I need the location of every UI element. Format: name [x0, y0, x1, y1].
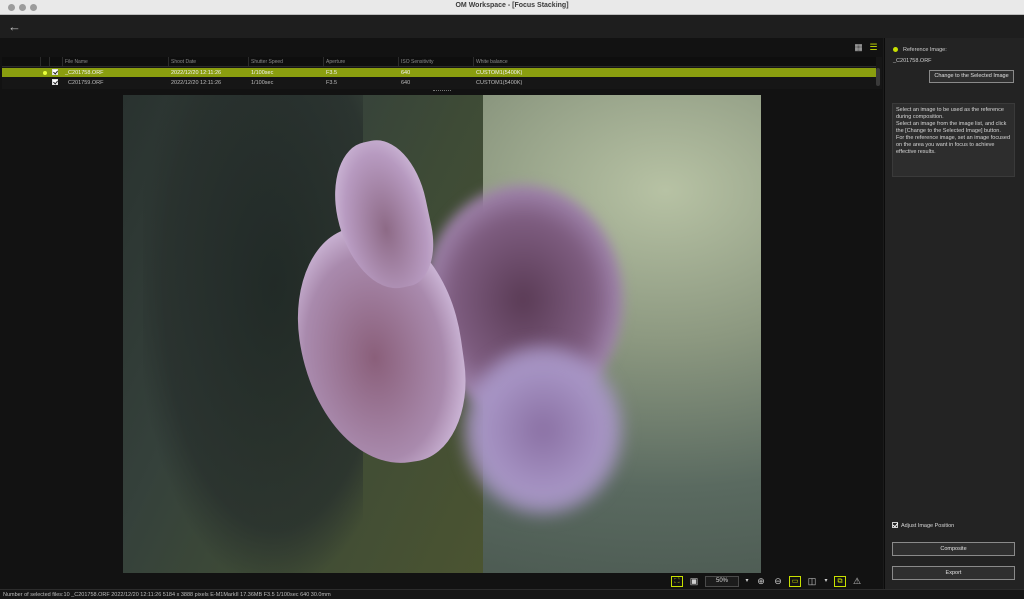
col-shoot-date[interactable]: Shoot Date: [171, 59, 196, 65]
col-file-name[interactable]: File Name: [65, 59, 88, 65]
row-checkbox[interactable]: [52, 69, 58, 75]
zoom-in-icon[interactable]: ⊕: [755, 576, 767, 587]
zoom-out-icon[interactable]: ⊖: [772, 576, 784, 587]
compare-dropdown-icon[interactable]: ▾: [823, 576, 829, 587]
zoom-level-field[interactable]: 50%: [705, 575, 739, 587]
main-area: ▦ ☰ File Name Shoot Date Shutter Speed A…: [0, 38, 883, 589]
file-list-scrollbar[interactable]: [876, 68, 880, 86]
preview-image[interactable]: [123, 95, 761, 573]
help-text: Select an image to be used as the refere…: [896, 107, 1011, 155]
adjust-image-position-label: Adjust Image Position: [901, 523, 955, 529]
pane-splitter-handle[interactable]: [433, 90, 451, 92]
cell-shutter: 1/100sec: [251, 79, 274, 86]
list-view-icon[interactable]: ☰: [868, 42, 879, 53]
col-shutter-speed[interactable]: Shutter Speed: [251, 59, 283, 65]
warning-icon[interactable]: ⚠: [851, 576, 863, 587]
overlay-view-icon[interactable]: ⧉: [834, 575, 846, 587]
status-bar: Number of selected files:10 _C201758.ORF…: [0, 589, 1024, 599]
cell-shutter: 1/100sec: [251, 69, 274, 76]
cell-aperture: F3.5: [326, 79, 338, 86]
reference-indicator-icon: [893, 47, 898, 52]
composite-button[interactable]: Composite: [892, 542, 1015, 556]
actual-size-icon[interactable]: ▣: [688, 576, 700, 587]
reference-marker-icon: [43, 70, 47, 75]
fit-to-window-icon[interactable]: ⛶: [671, 575, 683, 587]
cell-file-name: _C201758.ORF: [65, 69, 104, 76]
cell-iso: 640: [401, 79, 411, 86]
cell-iso: 640: [401, 69, 411, 76]
cell-shoot-date: 2022/12/20 12:11:26: [171, 69, 222, 76]
export-button[interactable]: Export: [892, 566, 1015, 580]
table-row[interactable]: C201759.ORF 2022/12/20 12:11:26 1/100sec…: [2, 78, 876, 87]
compare-view-icon[interactable]: ◫: [806, 576, 818, 587]
cell-white-balance: CUSTOM1(5400K): [476, 79, 523, 86]
reference-image-label: Reference Image:: [903, 47, 947, 53]
reference-image-heading: Reference Image:: [893, 47, 947, 53]
top-toolbar: ←: [0, 15, 1024, 38]
back-arrow-icon[interactable]: ←: [8, 20, 21, 33]
table-row[interactable]: _C201758.ORF 2022/12/20 12:11:26 1/100se…: [2, 68, 876, 77]
col-white-balance[interactable]: White balance: [476, 59, 508, 65]
reference-image-filename: _C201758.ORF: [893, 58, 932, 64]
change-to-selected-image-button[interactable]: Change to the Selected Image: [929, 70, 1014, 83]
col-aperture[interactable]: Aperture: [326, 59, 345, 65]
right-panel: Reference Image: _C201758.ORF Change to …: [884, 38, 1024, 589]
single-view-icon[interactable]: ▭: [789, 575, 801, 587]
window-title: OM Workspace - [Focus Stacking]: [455, 2, 569, 9]
file-list: File Name Shoot Date Shutter Speed Apert…: [2, 57, 882, 89]
zoom-dropdown-icon[interactable]: ▾: [744, 576, 750, 587]
title-bar: OM Workspace - [Focus Stacking]: [0, 0, 1024, 15]
view-mode-buttons: ▦ ☰: [853, 42, 879, 53]
file-list-header: File Name Shoot Date Shutter Speed Apert…: [2, 57, 876, 67]
cell-file-name: C201759.ORF: [68, 79, 104, 86]
col-iso[interactable]: ISO Sensitivity: [401, 59, 434, 65]
zoom-toolbar: ⛶ ▣ 50% ▾ ⊕ ⊖ ▭ ◫ ▾ ⧉ ⚠: [671, 574, 863, 588]
row-checkbox[interactable]: [52, 79, 58, 85]
adjust-image-position-checkbox[interactable]: [892, 522, 898, 528]
grid-view-icon[interactable]: ▦: [853, 42, 864, 53]
help-text-box: Select an image to be used as the refere…: [892, 103, 1015, 177]
cell-shoot-date: 2022/12/20 12:11:26: [171, 79, 222, 86]
adjust-image-position-option[interactable]: Adjust Image Position: [892, 522, 954, 529]
cell-white-balance: CUSTOM1(5400K): [476, 69, 523, 76]
cell-aperture: F3.5: [326, 69, 338, 76]
